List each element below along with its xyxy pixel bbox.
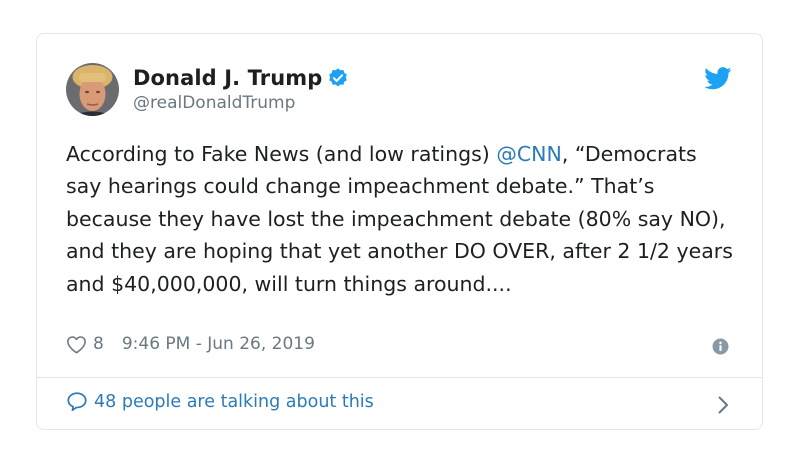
tweet-card: Donald J. Trump @realDonaldTrump Accordi…	[36, 33, 763, 430]
author-block[interactable]: Donald J. Trump @realDonaldTrump	[133, 65, 349, 113]
divider	[37, 377, 762, 378]
chevron-right-icon[interactable]	[717, 395, 729, 419]
conversation-link[interactable]: 48 people are talking about this	[66, 391, 374, 412]
heart-icon	[66, 335, 87, 354]
twitter-bird-icon[interactable]	[704, 67, 732, 94]
author-name[interactable]: Donald J. Trump	[133, 66, 322, 90]
tweet-text: According to Fake News (and low ratings)…	[66, 138, 736, 300]
tweet-meta: 8 9:46 PM - Jun 26, 2019	[66, 334, 315, 354]
like-count: 8	[93, 334, 104, 354]
speech-bubble-icon	[66, 391, 88, 412]
info-icon[interactable]	[712, 338, 729, 359]
tweet-text-start: According to Fake News (and low ratings)	[66, 142, 497, 166]
like-button[interactable]: 8	[66, 334, 104, 354]
conversation-label[interactable]: 48 people are talking about this	[94, 392, 374, 412]
avatar[interactable]	[66, 63, 119, 116]
verified-badge-icon	[327, 67, 349, 89]
tweet-timestamp[interactable]: 9:46 PM - Jun 26, 2019	[122, 334, 315, 354]
author-handle[interactable]: @realDonaldTrump	[133, 93, 349, 113]
mention-link[interactable]: @CNN	[496, 142, 561, 166]
